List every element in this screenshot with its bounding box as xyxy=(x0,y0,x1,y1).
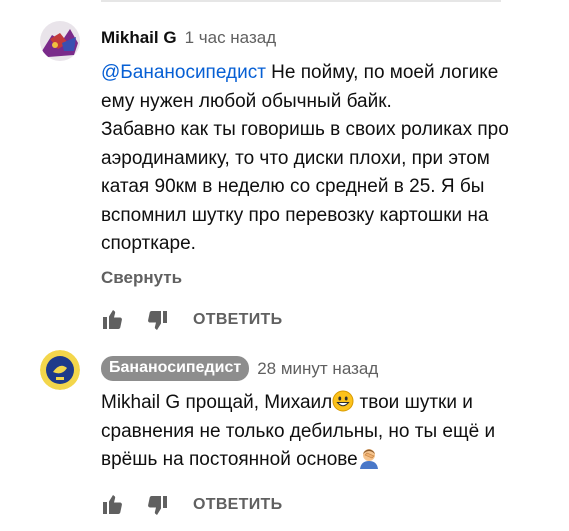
reply-actions: ОТВЕТИТЬ xyxy=(101,493,282,517)
comment-line-2: ему нужен любой обычный байк. xyxy=(101,90,392,112)
comment-mention[interactable]: @Бананосипедист xyxy=(101,62,266,83)
reply-line-3: врёшь на постоянной основе xyxy=(101,449,358,470)
reply-line-2: сравнения не только дебильны, но ты ещё … xyxy=(101,420,496,442)
comment-header: Mikhail G 1 час назад xyxy=(101,28,276,48)
comment-line-7: спорткаре. xyxy=(101,233,196,254)
reply-text: Mikhail G прощай, Михаил твои шутки и ср… xyxy=(101,389,541,475)
dislike-icon[interactable] xyxy=(145,493,169,517)
comment-avatar[interactable] xyxy=(40,21,80,61)
reply-button[interactable]: ОТВЕТИТЬ xyxy=(193,311,282,329)
comment-time[interactable]: 1 час назад xyxy=(185,28,277,48)
reply-header: Бананосипедист 28 минут назад xyxy=(101,356,378,381)
reply-line-1b: твои шутки и xyxy=(354,392,473,413)
reply-time[interactable]: 28 минут назад xyxy=(257,359,378,379)
reply-author-chip[interactable]: Бананосипедист xyxy=(101,356,250,381)
grinning-face-emoji xyxy=(332,390,354,412)
comment-line-5: катая 90км в неделю со средней в 25. Я б… xyxy=(101,176,485,197)
dislike-icon[interactable] xyxy=(145,308,169,332)
like-icon[interactable] xyxy=(101,308,125,332)
collapse-button[interactable]: Свернуть xyxy=(101,268,182,288)
comment-author[interactable]: Mikhail G xyxy=(101,28,177,48)
reply-line-1a: Mikhail G прощай, Михаил xyxy=(101,392,333,413)
reply-button[interactable]: ОТВЕТИТЬ xyxy=(193,496,282,514)
comment-line-1: Не пойму, по моей логике xyxy=(265,62,499,83)
like-icon[interactable] xyxy=(101,493,125,517)
comment-line-3: Забавно как ты говоришь в своих роликах … xyxy=(101,119,509,140)
comment-line-6: вспомнил шутку про перевозку картошки на xyxy=(101,204,489,226)
comment-line-4: аэродинамику, то что диски плохи, при эт… xyxy=(101,147,490,169)
top-divider xyxy=(101,0,501,2)
person-facepalming-emoji xyxy=(358,447,380,469)
comment-text: @Бананосипедист Не пойму, по моей логике… xyxy=(101,59,541,259)
comment-actions: ОТВЕТИТЬ xyxy=(101,308,282,332)
reply-avatar[interactable] xyxy=(40,350,80,390)
